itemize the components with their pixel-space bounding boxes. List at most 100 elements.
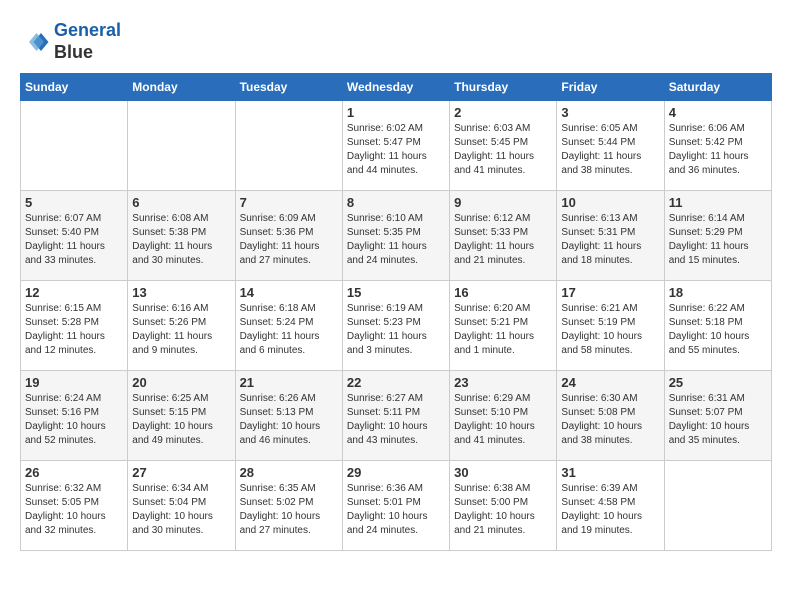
- calendar-cell: 28 Sunrise: 6:35 AMSunset: 5:02 PMDaylig…: [235, 461, 342, 551]
- day-info: Sunrise: 6:24 AMSunset: 5:16 PMDaylight:…: [25, 392, 123, 448]
- calendar-cell: 15 Sunrise: 6:19 AMSunset: 5:23 PMDaylig…: [342, 281, 449, 371]
- logo-text: General Blue: [54, 20, 121, 63]
- day-number: 22: [347, 375, 445, 390]
- day-info: Sunrise: 6:19 AMSunset: 5:23 PMDaylight:…: [347, 302, 445, 358]
- day-number: 13: [132, 285, 230, 300]
- weekday-header-monday: Monday: [128, 74, 235, 101]
- day-number: 19: [25, 375, 123, 390]
- calendar-cell: 5 Sunrise: 6:07 AMSunset: 5:40 PMDayligh…: [21, 191, 128, 281]
- day-info: Sunrise: 6:08 AMSunset: 5:38 PMDaylight:…: [132, 212, 230, 268]
- calendar-week-row: 5 Sunrise: 6:07 AMSunset: 5:40 PMDayligh…: [21, 191, 772, 281]
- weekday-header-row: SundayMondayTuesdayWednesdayThursdayFrid…: [21, 74, 772, 101]
- calendar-cell: 31 Sunrise: 6:39 AMSunset: 4:58 PMDaylig…: [557, 461, 664, 551]
- day-info: Sunrise: 6:25 AMSunset: 5:15 PMDaylight:…: [132, 392, 230, 448]
- calendar-cell: 30 Sunrise: 6:38 AMSunset: 5:00 PMDaylig…: [450, 461, 557, 551]
- day-info: Sunrise: 6:07 AMSunset: 5:40 PMDaylight:…: [25, 212, 123, 268]
- calendar-cell: 25 Sunrise: 6:31 AMSunset: 5:07 PMDaylig…: [664, 371, 771, 461]
- calendar-week-row: 1 Sunrise: 6:02 AMSunset: 5:47 PMDayligh…: [21, 101, 772, 191]
- day-number: 8: [347, 195, 445, 210]
- calendar-table: SundayMondayTuesdayWednesdayThursdayFrid…: [20, 73, 772, 551]
- day-info: Sunrise: 6:34 AMSunset: 5:04 PMDaylight:…: [132, 482, 230, 538]
- day-info: Sunrise: 6:18 AMSunset: 5:24 PMDaylight:…: [240, 302, 338, 358]
- calendar-cell: [21, 101, 128, 191]
- calendar-week-row: 12 Sunrise: 6:15 AMSunset: 5:28 PMDaylig…: [21, 281, 772, 371]
- day-number: 30: [454, 465, 552, 480]
- day-info: Sunrise: 6:36 AMSunset: 5:01 PMDaylight:…: [347, 482, 445, 538]
- weekday-header-wednesday: Wednesday: [342, 74, 449, 101]
- day-info: Sunrise: 6:26 AMSunset: 5:13 PMDaylight:…: [240, 392, 338, 448]
- calendar-cell: 7 Sunrise: 6:09 AMSunset: 5:36 PMDayligh…: [235, 191, 342, 281]
- day-number: 5: [25, 195, 123, 210]
- page-header: General Blue: [20, 20, 772, 63]
- calendar-cell: 20 Sunrise: 6:25 AMSunset: 5:15 PMDaylig…: [128, 371, 235, 461]
- day-info: Sunrise: 6:32 AMSunset: 5:05 PMDaylight:…: [25, 482, 123, 538]
- day-number: 31: [561, 465, 659, 480]
- day-number: 10: [561, 195, 659, 210]
- day-number: 2: [454, 105, 552, 120]
- day-number: 17: [561, 285, 659, 300]
- calendar-cell: 13 Sunrise: 6:16 AMSunset: 5:26 PMDaylig…: [128, 281, 235, 371]
- weekday-header-sunday: Sunday: [21, 74, 128, 101]
- day-number: 29: [347, 465, 445, 480]
- day-info: Sunrise: 6:06 AMSunset: 5:42 PMDaylight:…: [669, 122, 767, 178]
- day-number: 28: [240, 465, 338, 480]
- day-number: 18: [669, 285, 767, 300]
- day-info: Sunrise: 6:14 AMSunset: 5:29 PMDaylight:…: [669, 212, 767, 268]
- day-number: 16: [454, 285, 552, 300]
- calendar-cell: 14 Sunrise: 6:18 AMSunset: 5:24 PMDaylig…: [235, 281, 342, 371]
- calendar-cell: 18 Sunrise: 6:22 AMSunset: 5:18 PMDaylig…: [664, 281, 771, 371]
- day-number: 21: [240, 375, 338, 390]
- day-info: Sunrise: 6:39 AMSunset: 4:58 PMDaylight:…: [561, 482, 659, 538]
- day-number: 25: [669, 375, 767, 390]
- day-number: 23: [454, 375, 552, 390]
- calendar-cell: 6 Sunrise: 6:08 AMSunset: 5:38 PMDayligh…: [128, 191, 235, 281]
- day-info: Sunrise: 6:29 AMSunset: 5:10 PMDaylight:…: [454, 392, 552, 448]
- calendar-cell: 1 Sunrise: 6:02 AMSunset: 5:47 PMDayligh…: [342, 101, 449, 191]
- calendar-cell: 9 Sunrise: 6:12 AMSunset: 5:33 PMDayligh…: [450, 191, 557, 281]
- calendar-week-row: 19 Sunrise: 6:24 AMSunset: 5:16 PMDaylig…: [21, 371, 772, 461]
- weekday-header-saturday: Saturday: [664, 74, 771, 101]
- calendar-cell: 8 Sunrise: 6:10 AMSunset: 5:35 PMDayligh…: [342, 191, 449, 281]
- weekday-header-tuesday: Tuesday: [235, 74, 342, 101]
- day-info: Sunrise: 6:10 AMSunset: 5:35 PMDaylight:…: [347, 212, 445, 268]
- day-number: 4: [669, 105, 767, 120]
- day-number: 14: [240, 285, 338, 300]
- calendar-cell: 12 Sunrise: 6:15 AMSunset: 5:28 PMDaylig…: [21, 281, 128, 371]
- calendar-cell: [235, 101, 342, 191]
- day-number: 7: [240, 195, 338, 210]
- calendar-cell: 22 Sunrise: 6:27 AMSunset: 5:11 PMDaylig…: [342, 371, 449, 461]
- calendar-cell: 26 Sunrise: 6:32 AMSunset: 5:05 PMDaylig…: [21, 461, 128, 551]
- calendar-cell: 27 Sunrise: 6:34 AMSunset: 5:04 PMDaylig…: [128, 461, 235, 551]
- calendar-cell: 4 Sunrise: 6:06 AMSunset: 5:42 PMDayligh…: [664, 101, 771, 191]
- calendar-cell: 29 Sunrise: 6:36 AMSunset: 5:01 PMDaylig…: [342, 461, 449, 551]
- day-number: 12: [25, 285, 123, 300]
- calendar-cell: 21 Sunrise: 6:26 AMSunset: 5:13 PMDaylig…: [235, 371, 342, 461]
- day-info: Sunrise: 6:05 AMSunset: 5:44 PMDaylight:…: [561, 122, 659, 178]
- day-info: Sunrise: 6:22 AMSunset: 5:18 PMDaylight:…: [669, 302, 767, 358]
- calendar-cell: [664, 461, 771, 551]
- day-number: 20: [132, 375, 230, 390]
- day-info: Sunrise: 6:03 AMSunset: 5:45 PMDaylight:…: [454, 122, 552, 178]
- day-number: 27: [132, 465, 230, 480]
- day-info: Sunrise: 6:38 AMSunset: 5:00 PMDaylight:…: [454, 482, 552, 538]
- day-info: Sunrise: 6:13 AMSunset: 5:31 PMDaylight:…: [561, 212, 659, 268]
- day-info: Sunrise: 6:16 AMSunset: 5:26 PMDaylight:…: [132, 302, 230, 358]
- day-number: 9: [454, 195, 552, 210]
- calendar-cell: 10 Sunrise: 6:13 AMSunset: 5:31 PMDaylig…: [557, 191, 664, 281]
- day-number: 24: [561, 375, 659, 390]
- weekday-header-friday: Friday: [557, 74, 664, 101]
- calendar-cell: 24 Sunrise: 6:30 AMSunset: 5:08 PMDaylig…: [557, 371, 664, 461]
- day-info: Sunrise: 6:12 AMSunset: 5:33 PMDaylight:…: [454, 212, 552, 268]
- day-number: 3: [561, 105, 659, 120]
- calendar-cell: 11 Sunrise: 6:14 AMSunset: 5:29 PMDaylig…: [664, 191, 771, 281]
- logo-icon: [20, 27, 50, 57]
- logo: General Blue: [20, 20, 121, 63]
- day-number: 15: [347, 285, 445, 300]
- day-info: Sunrise: 6:20 AMSunset: 5:21 PMDaylight:…: [454, 302, 552, 358]
- day-number: 1: [347, 105, 445, 120]
- day-number: 26: [25, 465, 123, 480]
- day-info: Sunrise: 6:15 AMSunset: 5:28 PMDaylight:…: [25, 302, 123, 358]
- calendar-cell: 2 Sunrise: 6:03 AMSunset: 5:45 PMDayligh…: [450, 101, 557, 191]
- calendar-cell: 16 Sunrise: 6:20 AMSunset: 5:21 PMDaylig…: [450, 281, 557, 371]
- day-info: Sunrise: 6:30 AMSunset: 5:08 PMDaylight:…: [561, 392, 659, 448]
